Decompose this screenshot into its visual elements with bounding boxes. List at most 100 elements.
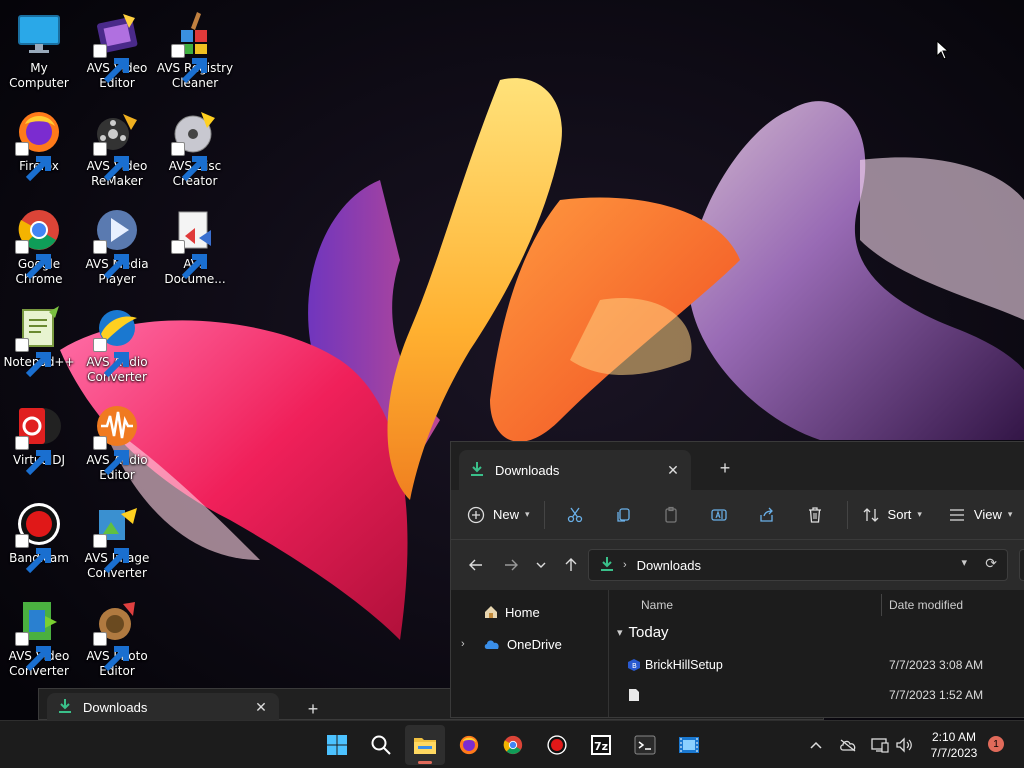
desktop-icon-avs-media-player[interactable]: AVS Media Player xyxy=(78,200,156,292)
rename-button[interactable] xyxy=(703,499,735,531)
chevron-down-icon[interactable]: ▾ xyxy=(961,556,967,569)
rename-icon xyxy=(710,508,727,521)
search-button[interactable] xyxy=(361,725,401,765)
shortcut-arrow-icon xyxy=(15,142,51,182)
desktop-icon-virtualdj[interactable]: VirtualDJ xyxy=(0,396,78,488)
share-icon xyxy=(759,507,773,522)
new-tab-button[interactable]: + xyxy=(301,697,325,721)
arrow-up-icon xyxy=(565,558,577,571)
desktop-icon-avs-audio-editor[interactable]: AVS Audio Editor xyxy=(78,396,156,488)
virtualdj-icon xyxy=(15,402,63,476)
svg-text:B: B xyxy=(632,662,637,670)
taskbar-app-terminal[interactable] xyxy=(625,725,665,765)
share-button[interactable] xyxy=(751,499,783,531)
file-date: 7/7/2023 1:52 AM xyxy=(889,688,984,702)
tab-title: Downloads xyxy=(83,699,148,715)
file-list: Name Date modified ▾ Today B BrickHillSe… xyxy=(611,590,1024,717)
start-button[interactable] xyxy=(317,725,357,765)
chrome-icon xyxy=(503,735,523,755)
desktop-icon-bandicam[interactable]: Bandicam xyxy=(0,494,78,586)
breadcrumb-chevron-icon: › xyxy=(623,559,627,571)
back-button[interactable] xyxy=(461,550,491,580)
shortcut-arrow-icon xyxy=(93,44,129,84)
forward-button[interactable] xyxy=(496,550,526,580)
waveform-icon xyxy=(93,402,141,476)
copy-button[interactable] xyxy=(607,499,639,531)
search-box[interactable] xyxy=(1019,549,1024,581)
desktop-icon-avs-image-converter[interactable]: AVS Image Converter xyxy=(78,494,156,586)
network-button[interactable] xyxy=(868,733,892,757)
shortcut-arrow-icon xyxy=(93,240,129,280)
desktop-icon-google-chrome[interactable]: Google Chrome xyxy=(0,200,78,292)
address-bar[interactable]: › Downloads ▾ ⟳ xyxy=(588,549,1008,581)
recent-locations-button[interactable] xyxy=(526,550,556,580)
up-button[interactable] xyxy=(556,550,586,580)
taskbar-app-file-explorer[interactable] xyxy=(405,725,445,765)
list-item[interactable]: 7/7/2023 1:52 AM xyxy=(627,682,1024,708)
nav-item-home[interactable]: Home xyxy=(483,598,540,626)
clock[interactable]: 2:10 AM 7/7/2023 xyxy=(918,729,990,761)
new-button[interactable]: New ▾ xyxy=(467,499,530,531)
desktop-icon-avs-audio-converter[interactable]: AVS Audio Converter xyxy=(78,298,156,390)
nav-item-onedrive[interactable]: › OneDrive xyxy=(461,630,562,658)
download-icon xyxy=(469,461,485,480)
tab-title: Downloads xyxy=(495,462,560,478)
new-tab-button[interactable]: + xyxy=(713,456,737,480)
address-row: › Downloads ▾ ⟳ xyxy=(451,540,1024,590)
list-item[interactable]: B BrickHillSetup 7/7/2023 3:08 AM xyxy=(627,652,1024,678)
desktop-icon-avs-registry-cleaner[interactable]: AVS Registry Cleaner xyxy=(156,4,234,96)
tab-downloads[interactable]: Downloads ✕ xyxy=(47,693,279,721)
onedrive-tray-button[interactable] xyxy=(836,733,860,757)
chevron-down-icon: ▾ xyxy=(917,509,922,519)
taskbar-app-7zip[interactable]: 7z xyxy=(581,725,621,765)
view-list-icon xyxy=(949,508,964,521)
play-icon xyxy=(93,206,141,280)
refresh-icon[interactable]: ⟳ xyxy=(985,555,997,572)
notepad-icon xyxy=(15,304,63,378)
view-button[interactable]: View ▾ xyxy=(948,499,1012,531)
tab-downloads[interactable]: Downloads ✕ xyxy=(459,450,691,490)
disc-icon xyxy=(171,108,219,182)
nav-item-label: Home xyxy=(505,604,540,620)
nav-item-label: OneDrive xyxy=(507,636,562,652)
column-header-date-modified[interactable]: Date modified xyxy=(889,590,963,620)
download-icon xyxy=(57,698,73,717)
file-explorer-window[interactable]: Downloads ✕ + New ▾ Sort ▾ View ▾ › Down… xyxy=(450,441,1024,718)
desktop-icon-avs-disc-creator[interactable]: AVS Disc Creator xyxy=(156,102,234,194)
desktop-icon-avs-video-converter[interactable]: AVS Video Converter xyxy=(0,592,78,684)
sort-icon xyxy=(863,507,879,522)
view-label: View xyxy=(973,507,1002,522)
volume-button[interactable] xyxy=(892,733,916,757)
chevron-down-icon xyxy=(536,562,546,568)
desktop-icon-avs-video-editor[interactable]: AVS Video Editor xyxy=(78,4,156,96)
desktop-icon-avs-video-remaker[interactable]: AVS Video ReMaker xyxy=(78,102,156,194)
film-reel-icon xyxy=(93,108,141,182)
desktop-icon-notepad-plus-plus[interactable]: Notepad++ xyxy=(0,298,78,390)
image-converter-icon xyxy=(93,500,141,574)
chevron-down-icon: ▾ xyxy=(1007,509,1013,519)
delete-button[interactable] xyxy=(799,499,831,531)
taskbar-app-bandicam[interactable] xyxy=(537,725,577,765)
notification-badge[interactable]: 1 xyxy=(988,736,1004,752)
paste-button[interactable] xyxy=(655,499,687,531)
active-indicator xyxy=(418,761,432,764)
tab-close-icon[interactable]: ✕ xyxy=(661,458,685,482)
cut-button[interactable] xyxy=(559,499,591,531)
desktop-icon-firefox[interactable]: Firefox xyxy=(0,102,78,194)
desktop-icon-avs-document-converter[interactable]: AVS Docume... xyxy=(156,200,234,292)
plus-circle-icon xyxy=(467,506,485,523)
taskbar-app-firefox[interactable] xyxy=(449,725,489,765)
column-header-name[interactable]: Name xyxy=(641,590,673,620)
taskbar-app-video-editor[interactable] xyxy=(669,725,709,765)
desktop-icon-my-computer[interactable]: My Computer xyxy=(0,4,78,96)
sort-button[interactable]: Sort ▾ xyxy=(862,499,922,531)
tab-close-icon[interactable]: ✕ xyxy=(249,695,273,719)
show-hidden-icons-button[interactable] xyxy=(804,733,828,757)
column-divider[interactable] xyxy=(881,594,882,616)
group-header-today[interactable]: ▾ Today xyxy=(617,624,669,641)
desktop-icon-avs-photo-editor[interactable]: AVS Photo Editor xyxy=(78,592,156,684)
taskbar-app-chrome[interactable] xyxy=(493,725,533,765)
chevron-right-icon[interactable]: › xyxy=(461,638,475,650)
windows-logo-icon xyxy=(327,735,347,755)
breadcrumb[interactable]: Downloads xyxy=(637,558,701,573)
